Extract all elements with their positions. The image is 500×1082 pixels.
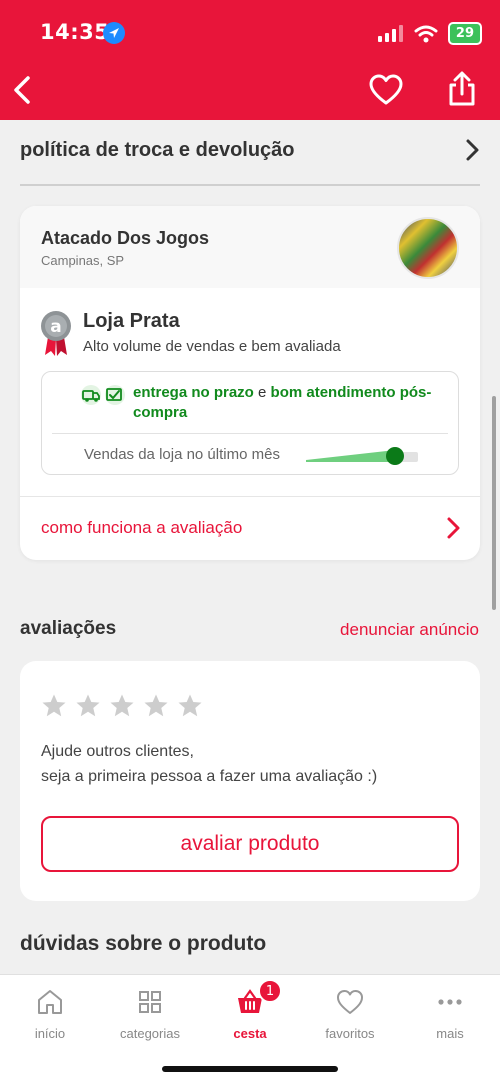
monthly-sales-meter — [306, 447, 418, 465]
rating-stars[interactable] — [41, 693, 203, 719]
return-policy-row[interactable]: política de troca e devolução — [20, 128, 480, 172]
rate-product-button[interactable]: avaliar produto — [41, 816, 459, 872]
star-icon[interactable] — [75, 693, 101, 719]
location-arrow-icon — [103, 22, 125, 44]
wifi-icon — [414, 25, 438, 42]
section-divider — [20, 184, 480, 186]
tab-home[interactable]: início — [0, 987, 100, 1043]
review-card: Ajude outros clientes, seja a primeira p… — [20, 661, 480, 901]
tab-categories-label: categorias — [120, 1026, 180, 1041]
store-metric-text: entrega no prazo e bom atendimento pós-c… — [133, 383, 443, 423]
store-avatar — [397, 217, 459, 279]
tab-home-label: início — [34, 1026, 66, 1041]
back-button[interactable] — [8, 70, 38, 110]
more-dots-icon — [438, 999, 462, 1005]
review-help-text: Ajude outros clientes, seja a primeira p… — [41, 739, 377, 789]
store-location: Campinas, SP — [41, 253, 125, 268]
tab-more-label: mais — [436, 1026, 464, 1041]
grid-icon — [139, 991, 161, 1013]
reviews-title: avaliações — [20, 618, 117, 639]
top-bar: 14:35 29 — [0, 0, 500, 120]
review-help-line-1: Ajude outros clientes, — [41, 743, 194, 760]
sales-meter-fill — [306, 450, 395, 462]
heart-icon — [369, 74, 403, 105]
svg-text:a: a — [50, 317, 61, 337]
store-name: Atacado Dos Jogos — [41, 228, 210, 248]
chevron-right-icon — [447, 517, 460, 539]
sales-meter-knob — [386, 447, 404, 465]
return-policy-label: política de troca e devolução — [20, 138, 295, 161]
heart-icon — [337, 990, 363, 1014]
status-time: 14:35 — [40, 20, 110, 44]
chevron-left-icon — [14, 76, 30, 104]
store-tier-description: Alto volume de vendas e bem avaliada — [83, 338, 341, 355]
tab-favorites[interactable]: favoritos — [300, 987, 400, 1043]
store-header[interactable]: Atacado Dos Jogos Campinas, SP — [20, 206, 480, 288]
tab-favorites-label: favoritos — [325, 1026, 375, 1041]
home-icon — [38, 990, 62, 1014]
metric-on-time-delivery: entrega no prazo — [133, 384, 254, 401]
status-indicators: 29 — [377, 22, 482, 45]
battery-indicator: 29 — [447, 22, 482, 45]
share-button[interactable] — [444, 70, 480, 108]
store-metrics-box: entrega no prazo e bom atendimento pós-c… — [41, 371, 459, 475]
scroll-indicator[interactable] — [492, 396, 496, 610]
report-listing-link[interactable]: denunciar anúncio — [340, 620, 479, 640]
signal-icon — [377, 24, 403, 42]
star-icon[interactable] — [177, 693, 203, 719]
cart-count-badge: 1 — [258, 979, 282, 1003]
home-indicator — [162, 1066, 338, 1072]
metric-connector: e — [253, 384, 271, 401]
how-rating-works-link[interactable]: como funciona a avaliação — [41, 506, 461, 550]
delivery-check-icon — [81, 385, 125, 405]
monthly-sales-label: Vendas da loja no último mês — [84, 446, 280, 463]
store-tier-title: Loja Prata — [83, 310, 180, 332]
tab-cart[interactable]: 1 cesta — [200, 979, 300, 1043]
how-rating-works-label: como funciona a avaliação — [41, 518, 243, 537]
star-icon[interactable] — [109, 693, 135, 719]
silver-medal-icon: a — [41, 311, 71, 356]
star-icon[interactable] — [143, 693, 169, 719]
tab-more[interactable]: mais — [400, 987, 500, 1043]
store-card: Atacado Dos Jogos Campinas, SP a Loja Pr… — [20, 206, 480, 560]
tab-categories[interactable]: categorias — [100, 987, 200, 1043]
share-icon — [449, 71, 475, 106]
review-help-line-2: seja a primeira pessoa a fazer uma avali… — [41, 768, 378, 785]
product-questions-title: dúvidas sobre o produto — [20, 932, 267, 955]
chevron-right-icon — [466, 139, 479, 161]
tab-cart-label: cesta — [233, 1026, 267, 1041]
favorite-button[interactable] — [368, 72, 404, 108]
how-divider — [20, 496, 480, 497]
star-icon[interactable] — [41, 693, 67, 719]
metric-divider — [52, 433, 448, 434]
